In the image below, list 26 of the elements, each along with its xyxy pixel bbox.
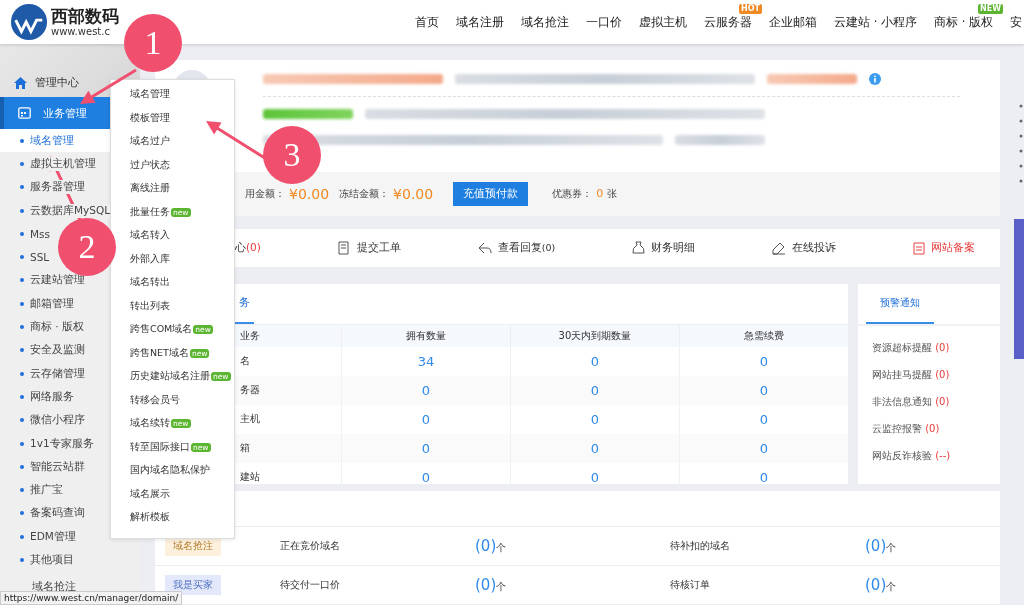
table-cell: 建站 bbox=[240, 471, 260, 484]
column-header: 拥有数量 bbox=[405, 329, 446, 343]
table-cell: 箱 bbox=[240, 442, 250, 455]
table-cell: 务器 bbox=[240, 384, 260, 397]
frozen-amount: ¥0.00 bbox=[393, 185, 434, 202]
column-header: 急需续费 bbox=[744, 329, 784, 343]
coupon-label: 优惠券： bbox=[552, 186, 593, 201]
logo-url: www.west.c bbox=[51, 25, 111, 37]
frozen-label: 冻结金额： bbox=[339, 186, 390, 201]
balance-label: 用金额： bbox=[245, 186, 285, 201]
status-bar-url: https://www.west.cn/manager/domain/ bbox=[0, 591, 183, 605]
coupon-count: 0 bbox=[596, 187, 604, 201]
table-cell: 主机 bbox=[240, 413, 260, 426]
column-header: 30天内到期数量 bbox=[558, 329, 632, 343]
column-header: 业务 bbox=[240, 329, 260, 343]
order-label: 待交付一口价 bbox=[279, 578, 341, 592]
category-tag: 我是买家 bbox=[165, 575, 221, 595]
table-cell: 名 bbox=[240, 355, 250, 368]
coupon-unit: 张 bbox=[607, 186, 618, 201]
nav-badge: NEW bbox=[978, 3, 1003, 14]
order-label: 待补扣的域名 bbox=[669, 539, 731, 553]
order-label: 待核订单 bbox=[669, 578, 711, 592]
order-label: 正在竞价域名 bbox=[279, 539, 341, 553]
nav-badge: HOT bbox=[739, 3, 763, 14]
balance-amount: ¥0.00 bbox=[289, 185, 330, 202]
logo-title: 西部数码 bbox=[51, 7, 119, 26]
